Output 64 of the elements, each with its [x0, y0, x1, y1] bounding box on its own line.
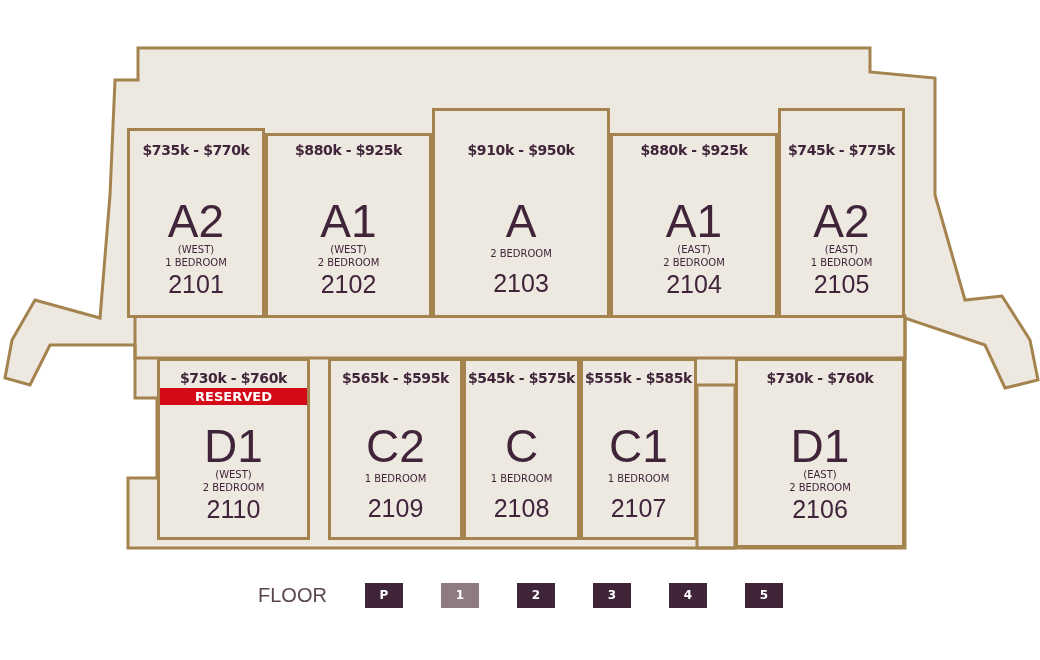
unit-room[interactable]: $735k - $770k A2 (WEST) 1 BEDROOM 2101 [127, 128, 265, 318]
bedroom-count: 1 BEDROOM [607, 472, 670, 485]
unit-type: A1 [665, 199, 723, 243]
unit-wing: (WEST) [215, 468, 252, 481]
bedroom-count: 1 BEDROOM [165, 256, 227, 269]
unit-room[interactable]: $565k - $595k C2 1 BEDROOM 2109 [328, 358, 463, 540]
bedroom-count: 2 BEDROOM [490, 247, 552, 260]
unit-type: D1 [790, 424, 850, 468]
price-range: $555k - $585k [585, 370, 692, 387]
unit-number: 2101 [168, 271, 224, 297]
floor-button[interactable]: 5 [744, 582, 783, 608]
bedroom-count: 1 BEDROOM [490, 472, 553, 485]
unit-wing: (EAST) [677, 243, 711, 256]
unit-type: A [505, 199, 537, 243]
unit-room[interactable]: $545k - $575k C 1 BEDROOM 2108 [463, 358, 580, 540]
unit-type: C1 [609, 424, 668, 468]
unit-type: A2 [167, 199, 225, 243]
bedroom-count: 2 BEDROOM [789, 481, 851, 494]
unit-wing: (WEST) [177, 243, 215, 256]
price-range: $730k - $760k [766, 370, 874, 387]
unit-room[interactable]: $745k - $775k A2 (EAST) 1 BEDROOM 2105 [778, 108, 905, 318]
floor-button[interactable]: 1 [440, 582, 479, 608]
unit-type: C [504, 424, 539, 468]
price-range: $545k - $575k [468, 370, 575, 387]
bedroom-count: 1 BEDROOM [364, 472, 427, 485]
unit-type: C2 [366, 424, 425, 468]
unit-room[interactable]: $730k - $760k RESERVED D1 (WEST) 2 BEDROOM 2110 [157, 358, 310, 540]
price-range: $880k - $925k [295, 142, 402, 159]
unit-number: 2103 [493, 270, 549, 296]
unit-type: D1 [204, 424, 263, 468]
unit-room[interactable]: $910k - $950k A 2 BEDROOM 2103 [432, 108, 610, 318]
price-range: $910k - $950k [467, 142, 575, 159]
unit-room[interactable]: $555k - $585k C1 1 BEDROOM 2107 [580, 358, 697, 540]
unit-number: 2110 [206, 496, 261, 522]
unit-number: 2102 [320, 271, 377, 297]
price-range: $565k - $595k [342, 370, 449, 387]
unit-room[interactable]: $880k - $925k A1 (EAST) 2 BEDROOM 2104 [610, 133, 778, 318]
floor-button[interactable]: 4 [668, 582, 707, 608]
unit-type: A1 [320, 199, 377, 243]
floor-button[interactable]: 2 [516, 582, 555, 608]
price-range: $880k - $925k [640, 142, 748, 159]
unit-number: 2107 [610, 495, 667, 521]
unit-number: 2104 [666, 271, 722, 297]
bedroom-count: 2 BEDROOM [317, 256, 380, 269]
floor-button[interactable]: 3 [592, 582, 631, 608]
unit-number: 2108 [493, 495, 550, 521]
unit-number: 2105 [813, 271, 870, 297]
unit-room[interactable]: $880k - $925k A1 (WEST) 2 BEDROOM 2102 [265, 133, 432, 318]
unit-room[interactable]: $730k - $760k D1 (EAST) 2 BEDROOM 2106 [735, 358, 905, 548]
bedroom-count: 2 BEDROOM [663, 256, 725, 269]
unit-number: 2109 [367, 495, 424, 521]
price-range: $745k - $775k [788, 142, 895, 159]
unit-type: A2 [813, 199, 870, 243]
reserved-banner: RESERVED [160, 388, 307, 405]
bedroom-count: 1 BEDROOM [810, 256, 873, 269]
unit-wing: (WEST) [330, 243, 367, 256]
price-range: $735k - $770k [142, 142, 250, 159]
unit-wing: (EAST) [803, 468, 837, 481]
floor-button[interactable]: P [364, 582, 403, 608]
floor-label: FLOOR [258, 583, 327, 607]
unit-wing: (EAST) [824, 243, 859, 256]
price-range: $730k - $760k [180, 370, 287, 387]
unit-number: 2106 [792, 496, 848, 522]
bedroom-count: 2 BEDROOM [202, 481, 265, 494]
